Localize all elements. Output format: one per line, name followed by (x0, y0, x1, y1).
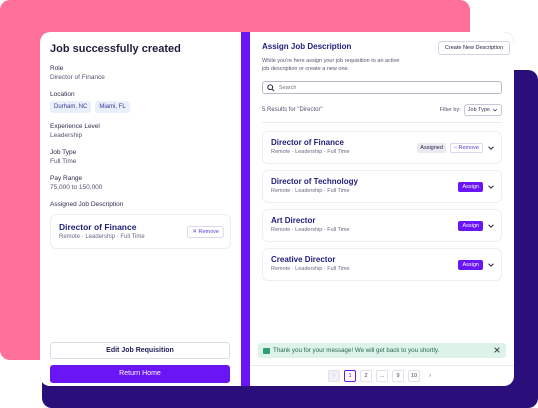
filter-label: Filter by: (439, 107, 461, 113)
job-type-field: Job Type Full Time (50, 149, 231, 165)
remove-label: Remove (458, 145, 479, 151)
card-actions: Assign (458, 182, 495, 192)
chevron-left-icon: ‹ (333, 373, 335, 379)
role-value: Director of Finance (50, 74, 105, 81)
list-item[interactable]: Creative Director Remote · Leadership · … (262, 248, 502, 281)
chevron-down-icon[interactable] (487, 261, 495, 269)
chevron-down-icon[interactable] (487, 144, 495, 152)
create-new-description-button[interactable]: Create New Description (437, 41, 510, 55)
assign-button[interactable]: Assign (458, 182, 483, 192)
pay-range-value: 75,000 to 150,000 (50, 184, 103, 191)
card-actions: Assign (458, 221, 495, 231)
chevron-right-icon: › (429, 373, 431, 379)
role-field: Role Director of Finance (50, 65, 231, 81)
pay-range-label: Pay Range (50, 175, 83, 182)
card-actions: Assign (458, 260, 495, 270)
assign-button[interactable]: Assign (458, 260, 483, 270)
message-icon (263, 347, 270, 354)
filter-value: Job Type (467, 107, 490, 113)
description-list: Director of Finance Remote · Leadership … (262, 131, 502, 281)
edit-job-requisition-button[interactable]: Edit Job Requisition (50, 342, 230, 359)
location-field: Location Durham, NC Miami, FL (50, 91, 231, 113)
job-type-value: Full Time (50, 158, 77, 165)
panel-description: While you're here assign your job requis… (262, 58, 400, 72)
chevron-down-icon[interactable] (487, 183, 495, 191)
remove-label: Remove (198, 229, 219, 235)
card-actions: Assigned – Remove (417, 143, 495, 153)
job-summary-panel: Job successfully created Role Director o… (40, 32, 241, 386)
close-icon[interactable] (493, 346, 501, 354)
results-count: 5 Results for "Director" (262, 107, 323, 113)
list-item[interactable]: Director of Technology Remote · Leadersh… (262, 170, 502, 203)
assign-button[interactable]: Assign (458, 221, 483, 231)
page-button[interactable]: 2 (360, 370, 372, 382)
remove-assigned-button[interactable]: ✕ Remove (187, 226, 224, 238)
list-item[interactable]: Director of Finance Remote · Leadership … (262, 131, 502, 164)
assigned-badge: Assigned (417, 143, 446, 153)
location-chips: Durham, NC Miami, FL (50, 101, 231, 113)
pay-range-field: Pay Range 75,000 to 150,000 (50, 175, 231, 191)
chevron-down-icon (492, 108, 498, 112)
filter-group: Filter by: Job Type (440, 104, 502, 116)
remove-button[interactable]: – Remove (449, 143, 483, 153)
list-item[interactable]: Art Director Remote · Leadership · Full … (262, 209, 502, 242)
toast-message: Thank you for your message! We will get … (273, 347, 440, 354)
app-frame: Job successfully created Role Director o… (40, 32, 514, 386)
location-label: Location (50, 91, 75, 98)
location-chip: Durham, NC (50, 101, 92, 113)
results-row: 5 Results for "Director" Filter by: Job … (262, 104, 502, 116)
page-button[interactable]: 1 (344, 370, 356, 382)
success-toast: Thank you for your message! We will get … (258, 343, 506, 358)
search-box[interactable] (262, 81, 502, 94)
prev-page-button[interactable]: ‹ (328, 370, 340, 382)
return-home-button[interactable]: Return Home (50, 365, 230, 383)
job-type-label: Job Type (50, 149, 77, 156)
role-label: Role (50, 65, 64, 72)
pagination: ‹ 1 2 ... 9 10 › (250, 365, 514, 386)
page-button[interactable]: 9 (392, 370, 404, 382)
next-page-button[interactable]: › (424, 370, 436, 382)
experience-label: Experience Level (50, 123, 100, 130)
search-icon (267, 83, 275, 92)
location-chip: Miami, FL (95, 101, 130, 113)
page-ellipsis: ... (376, 370, 388, 382)
assigned-description-field: Assigned Job Description Director of Fin… (50, 201, 231, 249)
divider (262, 122, 502, 123)
search-input[interactable] (279, 84, 479, 91)
chevron-down-icon[interactable] (487, 222, 495, 230)
assigned-description-label: Assigned Job Description (50, 201, 124, 208)
assign-description-panel: Assign Job Description Create New Descri… (250, 32, 514, 386)
experience-value: Leadership (50, 132, 83, 139)
filter-select[interactable]: Job Type (463, 104, 502, 116)
page-button[interactable]: 10 (408, 370, 420, 382)
assigned-description-card: Director of Finance Remote · Leadership … (50, 214, 231, 249)
experience-field: Experience Level Leadership (50, 123, 231, 139)
page-title: Job successfully created (50, 43, 181, 55)
